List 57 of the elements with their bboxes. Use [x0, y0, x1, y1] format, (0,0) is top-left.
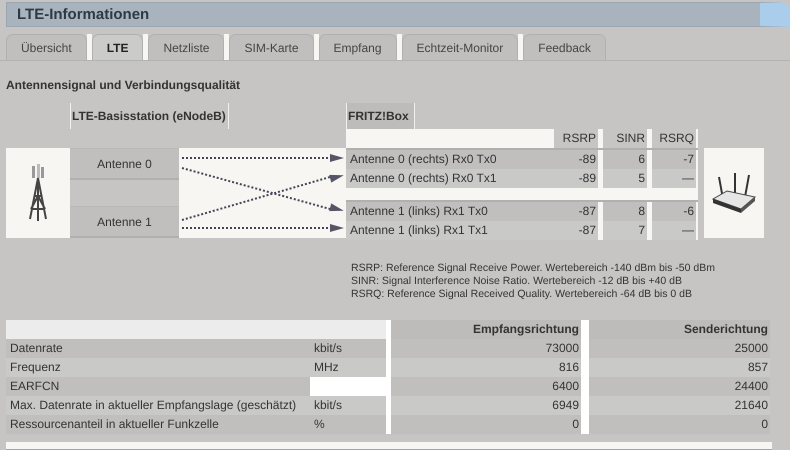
- table-cell: EARFCN: [6, 377, 310, 396]
- window-title: LTE-Informationen: [17, 6, 150, 24]
- table-cell: MHz: [310, 358, 386, 378]
- table-cell: 0: [391, 415, 581, 434]
- table-cell: 0: [589, 415, 770, 434]
- column-heading: FRITZ!Box: [346, 103, 415, 130]
- tab[interactable]: Netzliste: [148, 34, 224, 60]
- table-cell: -6: [652, 202, 696, 222]
- column-heading: LTE-Basisstation (eNodeB): [70, 103, 229, 130]
- antenna-path-label: Antenne 1 (links) Rx1 Tx0: [346, 202, 554, 222]
- table-cell: 25000: [589, 339, 770, 358]
- tab[interactable]: Übersicht: [6, 34, 87, 60]
- table-cell: 7: [603, 221, 647, 240]
- antenna-path-label: Antenne 0 (rechts) Rx0 Tx0: [346, 150, 554, 170]
- tab[interactable]: Feedback: [523, 34, 606, 60]
- table-cell: 6949: [391, 396, 581, 416]
- table-cell: %: [310, 415, 386, 434]
- table-cell: 73000: [391, 339, 581, 358]
- table-cell: Datenrate: [6, 339, 310, 358]
- table-cell: kbit/s: [310, 339, 386, 358]
- legend-text: SINR: Signal Interference Noise Ratio. Wertebereich -12 dB bis +40 dB: [351, 275, 684, 288]
- column-heading: SINR: [603, 129, 647, 150]
- legend-text: RSRP: Reference Signal Receive Power. Wertebereich -140 dBm bis -50 dBm: [351, 262, 716, 274]
- antenna-label: Antenne 0: [70, 148, 179, 180]
- table-cell: -89: [554, 150, 598, 170]
- table-cell: -87: [554, 202, 598, 222]
- column-heading: RSRQ: [652, 129, 696, 150]
- legend-text: RSRQ: Reference Signal Received Quality. Wertebereich -64 dB bis 0 dB: [351, 288, 694, 300]
- table-cell: 21640: [589, 396, 770, 416]
- tab[interactable]: LTE: [92, 34, 144, 60]
- table-cell: 5: [603, 169, 647, 188]
- column-heading: Empfangsrichtung: [391, 320, 581, 340]
- table-cell: 816: [391, 358, 581, 378]
- antenna-path-label: Antenne 1 (links) Rx1 Tx1: [346, 221, 554, 240]
- table-cell: -89: [554, 169, 598, 188]
- table-cell: 6: [603, 150, 647, 170]
- table-cell: 857: [589, 358, 770, 378]
- table-cell: —: [652, 169, 696, 188]
- column-heading: Senderichtung: [589, 320, 770, 340]
- table-cell: -7: [652, 150, 696, 170]
- antenna-label: Antenne 1: [70, 206, 179, 238]
- table-cell: Ressourcenanteil in aktueller Funkzelle: [6, 415, 310, 434]
- tab[interactable]: SIM-Karte: [229, 34, 314, 60]
- antenna-path-label: Antenne 0 (rechts) Rx0 Tx1: [346, 169, 554, 188]
- table-cell: Max. Datenrate in aktueller Empfangslage (geschätzt): [6, 396, 310, 416]
- table-cell: 8: [603, 202, 647, 222]
- table-cell: 24400: [589, 377, 770, 396]
- table-cell: 6400: [391, 377, 581, 396]
- column-heading: RSRP: [554, 129, 598, 150]
- table-cell: -87: [554, 221, 598, 240]
- table-cell: —: [652, 221, 696, 240]
- tab[interactable]: Echtzeit-Monitor: [402, 34, 518, 60]
- table-cell: kbit/s: [310, 396, 386, 416]
- router-icon: [711, 173, 757, 214]
- table-cell: Frequenz: [6, 358, 310, 378]
- section-heading: Antennensignal und Verbindungsqualität: [6, 78, 242, 92]
- tab[interactable]: Empfang: [318, 34, 397, 60]
